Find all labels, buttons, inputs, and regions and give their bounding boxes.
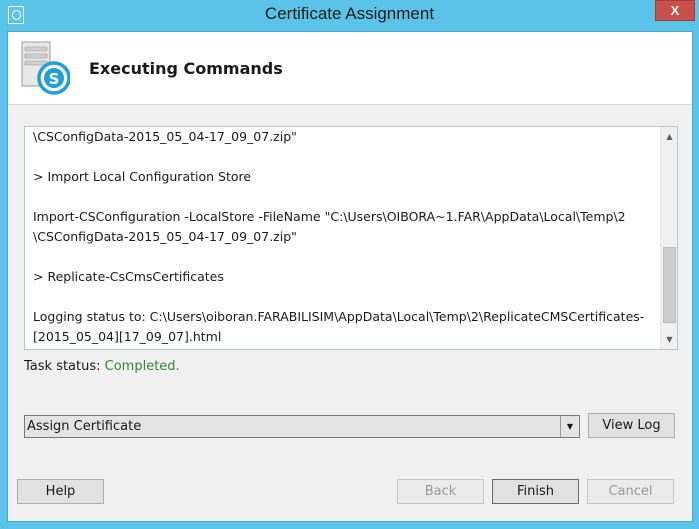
- command-log[interactable]: \CSConfigData-2015_05_04-17_09_07.zip" > …: [24, 126, 678, 350]
- wizard-header: S Executing Commands: [8, 32, 692, 105]
- action-select[interactable]: Assign Certificate ▼: [24, 415, 580, 438]
- log-line: > Replicate-CsCmsCertificates: [33, 269, 224, 284]
- page-title: Executing Commands: [89, 59, 283, 78]
- help-button[interactable]: Help: [17, 479, 104, 504]
- action-select-value: Assign Certificate: [27, 419, 142, 434]
- skype-server-icon: S: [21, 41, 70, 95]
- back-button[interactable]: Back: [397, 479, 484, 504]
- task-status: Task status: Completed.: [24, 359, 180, 374]
- log-line: > Import Local Configuration Store: [33, 169, 252, 184]
- window-title: Certificate Assignment: [264, 4, 435, 23]
- task-status-label: Task status:: [24, 359, 101, 374]
- title-bar: Certificate Assignment X: [0, 0, 699, 30]
- close-button[interactable]: X: [655, 0, 695, 21]
- finish-button[interactable]: Finish: [492, 479, 579, 504]
- log-line: [2015_05_04][17_09_07].html: [33, 329, 222, 344]
- view-log-button[interactable]: View Log: [588, 413, 675, 438]
- log-line: Logging status to: C:\Users\oiboran.FARA…: [33, 309, 645, 324]
- chevron-down-icon[interactable]: ▼: [560, 416, 579, 437]
- svg-text:S: S: [49, 70, 60, 88]
- scroll-up-icon[interactable]: ▲: [662, 128, 677, 145]
- log-line: Import-CSConfiguration -LocalStore -File…: [33, 209, 626, 224]
- log-scrollbar[interactable]: ▲ ▼: [660, 127, 677, 349]
- scroll-down-icon[interactable]: ▼: [662, 331, 677, 348]
- cancel-button[interactable]: Cancel: [587, 479, 674, 504]
- log-line: \CSConfigData-2015_05_04-17_09_07.zip": [33, 229, 297, 244]
- scroll-thumb[interactable]: [663, 247, 676, 323]
- task-status-value: Completed.: [104, 359, 180, 374]
- log-content: \CSConfigData-2015_05_04-17_09_07.zip" > …: [33, 127, 653, 347]
- dialog-window: Certificate Assignment X S Executing Com…: [0, 0, 699, 529]
- dialog-body: S Executing Commands \CSConfigData-2015_…: [7, 31, 693, 522]
- log-line: \CSConfigData-2015_05_04-17_09_07.zip": [33, 129, 297, 144]
